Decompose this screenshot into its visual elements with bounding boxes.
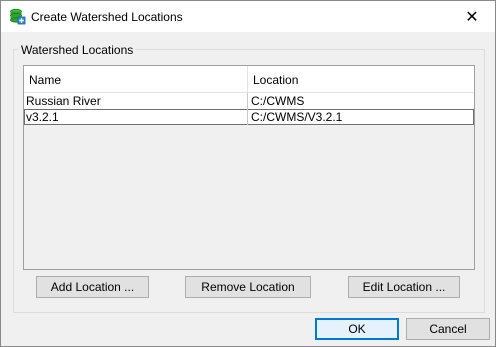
window-title: Create Watershed Locations: [31, 10, 183, 24]
column-header-location[interactable]: Location: [248, 66, 474, 92]
cell-location: C:/CWMS: [251, 94, 305, 108]
close-icon: ✕: [465, 8, 479, 26]
app-icon: [9, 8, 26, 25]
column-header-name[interactable]: Name: [24, 66, 248, 92]
group-label: Watershed Locations: [18, 43, 137, 57]
table-row[interactable]: Russian River C:/CWMS: [24, 93, 474, 109]
title-bar[interactable]: Create Watershed Locations ✕: [1, 1, 495, 32]
close-button[interactable]: ✕: [449, 1, 495, 32]
cell-name: v3.2.1: [24, 109, 248, 125]
dialog-window: Create Watershed Locations ✕ Watershed L…: [0, 0, 496, 347]
remove-location-button[interactable]: Remove Location: [185, 276, 311, 298]
cell-name: Russian River: [24, 93, 248, 109]
table-row-selected[interactable]: v3.2.1 C:/CWMS/V3.2.1: [24, 109, 474, 125]
table-header: Name Location: [24, 66, 474, 93]
cell-location: C:/CWMS/V3.2.1: [251, 110, 343, 124]
cancel-button[interactable]: Cancel: [406, 318, 490, 340]
add-location-button[interactable]: Add Location ...: [36, 276, 149, 298]
edit-location-button[interactable]: Edit Location ...: [348, 276, 460, 298]
ok-button[interactable]: OK: [315, 318, 399, 340]
locations-table[interactable]: Name Location Russian River C:/CWMS v3.2…: [23, 65, 475, 270]
